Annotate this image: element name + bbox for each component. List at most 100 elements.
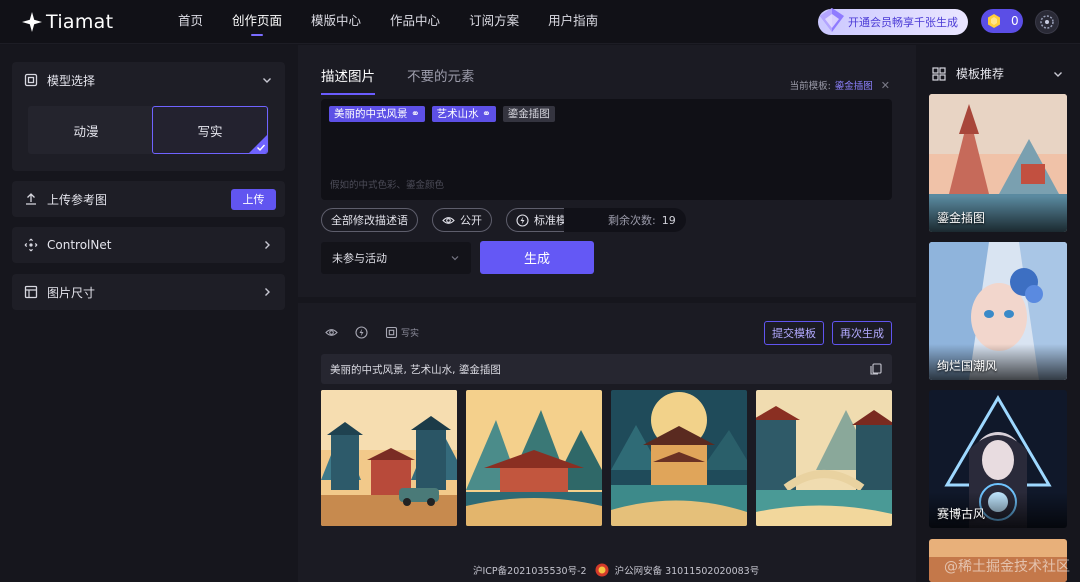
editor-area: 描述图片 不要的元素 当前模板: 鎏金插图 ✕ 美丽的中式风景 ⚭ 艺术山水 ⚭… xyxy=(298,45,916,582)
top-nav-bar: Tiamat 首页 创作页面 模版中心 作品中心 订阅方案 用户指南 开通会员畅… xyxy=(0,0,1080,44)
result-image-art xyxy=(466,390,602,526)
move-arrows-icon xyxy=(24,238,38,252)
controlnet-section[interactable]: ControlNet xyxy=(12,227,285,263)
template-recommend-panel: 模板推荐 鎏金插图 绚烂国潮风 赛博古风 xyxy=(916,45,1080,582)
watermark: @稀土掘金技术社区 xyxy=(944,559,1070,575)
chevron-right-icon xyxy=(265,241,270,249)
controlnet-title: ControlNet xyxy=(47,238,112,252)
model-icon xyxy=(385,326,398,339)
result-image-art xyxy=(756,390,892,526)
upload-icon xyxy=(26,193,36,205)
prompt-tag[interactable]: 美丽的中式风景 ⚭ xyxy=(329,106,425,122)
nav-subscription[interactable]: 订阅方案 xyxy=(469,0,519,44)
regenerate-button[interactable]: 再次生成 xyxy=(832,321,892,345)
template-card[interactable]: 绚烂国潮风 xyxy=(929,242,1067,380)
model-option-label: 写实 xyxy=(197,123,223,139)
template-recommend-title: 模板推荐 xyxy=(956,67,1005,81)
coin-icon xyxy=(988,14,1000,28)
generate-button[interactable]: 生成 xyxy=(480,241,594,274)
nav-guide[interactable]: 用户指南 xyxy=(548,0,598,44)
model-select-title: 模型选择 xyxy=(47,73,96,88)
template-card[interactable]: 赛博古风 xyxy=(929,390,1067,528)
icp-number[interactable]: 沪ICP备2021035530号-2 xyxy=(473,563,587,577)
model-option-anime[interactable]: 动漫 xyxy=(28,106,144,154)
remaining-count: 剩余次数: 19 xyxy=(564,208,686,232)
prompt-input[interactable]: 美丽的中式风景 ⚭ 艺术山水 ⚭ 鎏金插图 假如的中式色彩、鎏金颜色 xyxy=(321,99,892,200)
upload-reference-title: 上传参考图 xyxy=(47,192,108,207)
result-image[interactable] xyxy=(756,390,892,526)
sparkle-logo-icon xyxy=(22,11,42,32)
image-size-row: 图片尺寸 xyxy=(12,274,285,310)
nav-templates[interactable]: 模版中心 xyxy=(311,0,361,44)
rewrite-prompt-button[interactable]: 全部修改描述语 xyxy=(321,208,418,232)
grid-icon xyxy=(932,66,946,81)
police-number[interactable]: 沪公网安备 31011502020083号 xyxy=(615,563,760,577)
template-card-title: 鎏金插图 xyxy=(937,211,986,225)
prompt-options: 全部修改描述语 公开 标准模式 剩余次数: 19 xyxy=(321,208,686,232)
image-size-title: 图片尺寸 xyxy=(47,285,96,300)
chevron-down-icon[interactable] xyxy=(261,74,273,86)
result-prompt-text: 美丽的中式风景, 艺术山水, 鎏金插图 xyxy=(330,363,501,376)
coin-count: 0 xyxy=(1011,14,1019,28)
activity-select[interactable]: 未参与活动 xyxy=(321,242,471,274)
model-select-section: 模型选择 动漫 写实 xyxy=(12,62,285,171)
prompt-tag[interactable]: 艺术山水 ⚭ xyxy=(431,106,496,122)
model-select-header[interactable]: 模型选择 xyxy=(12,62,285,98)
public-label: 公开 xyxy=(460,214,482,227)
user-avatar-icon xyxy=(1040,15,1054,29)
vip-promo-button[interactable]: 开通会员畅享千张生成 xyxy=(818,8,968,35)
chevron-down-icon[interactable] xyxy=(1052,68,1064,80)
nav-home[interactable]: 首页 xyxy=(178,0,203,44)
tab-negative[interactable]: 不要的元素 xyxy=(407,65,475,95)
template-card[interactable]: 鎏金插图 xyxy=(929,94,1067,232)
eye-icon xyxy=(325,329,338,336)
model-icon xyxy=(24,73,38,87)
result-prompt: 美丽的中式风景, 艺术山水, 鎏金插图 xyxy=(321,354,892,384)
logo[interactable]: Tiamat xyxy=(22,11,172,33)
lightning-icon xyxy=(355,326,368,339)
result-image[interactable] xyxy=(611,390,747,526)
template-card-title: 赛博古风 xyxy=(937,507,986,521)
current-template-value: 鎏金插图 xyxy=(834,81,873,92)
result-image-art xyxy=(321,390,457,526)
public-toggle[interactable]: 公开 xyxy=(432,208,492,232)
result-images xyxy=(321,390,901,526)
image-size-section[interactable]: 图片尺寸 xyxy=(12,274,285,310)
remaining-label: 剩余次数: xyxy=(608,214,656,227)
footer: 沪ICP备2021035530号-2 沪公网安备 31011502020083号 xyxy=(473,563,759,577)
result-style-label: 写实 xyxy=(401,329,420,339)
police-badge-icon xyxy=(595,563,609,577)
prompt-placeholder: 假如的中式色彩、鎏金颜色 xyxy=(330,180,445,191)
avatar[interactable] xyxy=(1035,10,1059,34)
check-corner-icon xyxy=(249,135,267,153)
result-image[interactable] xyxy=(466,390,602,526)
close-icon[interactable]: ✕ xyxy=(881,79,890,92)
result-meta: 写实 xyxy=(325,326,419,339)
current-template: 当前模板: 鎏金插图 ✕ xyxy=(789,78,890,93)
chevron-down-icon xyxy=(451,256,459,261)
tab-describe[interactable]: 描述图片 xyxy=(321,65,375,95)
main-nav: 首页 创作页面 模版中心 作品中心 订阅方案 用户指南 xyxy=(178,0,627,44)
upload-button[interactable]: 上传 xyxy=(231,189,276,210)
promo-label: 开通会员畅享千张生成 xyxy=(848,16,958,29)
template-recommend-header[interactable]: 模板推荐 xyxy=(932,65,1064,82)
prompt-tag[interactable]: 鎏金插图 xyxy=(502,106,555,122)
copy-icon[interactable] xyxy=(870,363,882,375)
chevron-right-icon xyxy=(265,288,270,296)
coin-balance[interactable]: 0 xyxy=(981,9,1023,33)
image-size-icon xyxy=(24,285,38,299)
submit-template-button[interactable]: 提交模板 xyxy=(764,321,824,345)
settings-panel: 模型选择 动漫 写实 上传参考图 上传 ControlNet 图片尺寸 xyxy=(0,45,298,582)
prompt-tags: 美丽的中式风景 ⚭ 艺术山水 ⚭ 鎏金插图 xyxy=(329,106,562,122)
controlnet-row: ControlNet xyxy=(12,227,285,263)
result-image-art xyxy=(611,390,747,526)
model-options: 动漫 写实 xyxy=(28,106,269,154)
nav-works[interactable]: 作品中心 xyxy=(390,0,440,44)
nav-create[interactable]: 创作页面 xyxy=(232,0,282,44)
remaining-value: 19 xyxy=(661,213,676,227)
result-image[interactable] xyxy=(321,390,457,526)
model-option-realistic[interactable]: 写实 xyxy=(152,106,268,154)
current-template-label: 当前模板: xyxy=(789,81,831,92)
template-card-title: 绚烂国潮风 xyxy=(937,359,998,373)
upload-reference-section: 上传参考图 上传 xyxy=(12,181,285,217)
